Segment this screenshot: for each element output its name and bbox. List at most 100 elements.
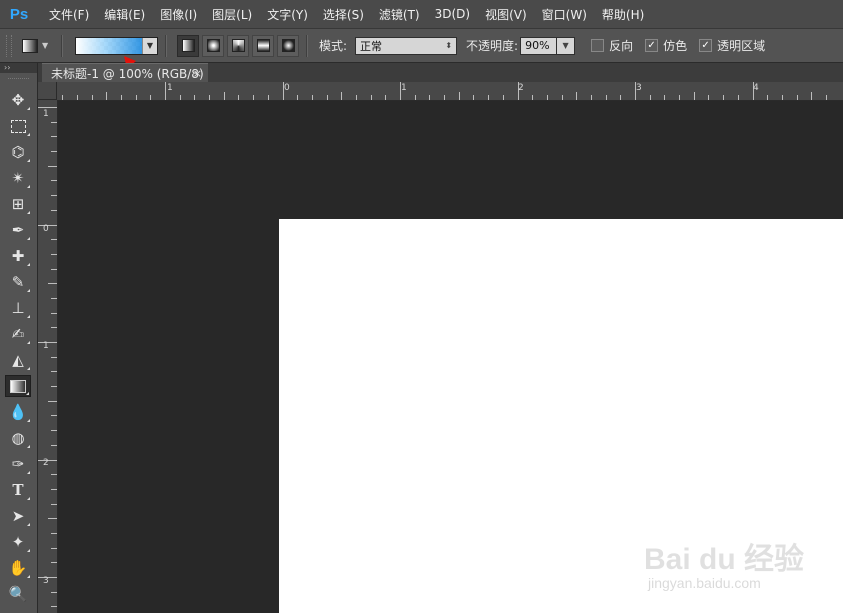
mode-select[interactable]: 正常 ⬍ (355, 36, 458, 55)
opacity-value: 90% (525, 39, 550, 52)
chevron-down-icon: ▼ (42, 41, 49, 50)
ruler-label: 1 (43, 341, 49, 351)
ruler-label: 3 (636, 83, 642, 93)
mode-label: 模式: (319, 39, 348, 53)
transparency-checkbox-box[interactable]: ✓ (699, 39, 713, 52)
opacity-input[interactable]: 90% (520, 36, 557, 55)
crop-icon: ⊞ (11, 195, 25, 213)
ruler-label: 1 (43, 109, 49, 119)
menu-3d[interactable]: 3D(D) (435, 7, 470, 21)
type-icon: T (12, 481, 24, 499)
marquee-tool[interactable] (5, 115, 31, 137)
eyedropper-tool[interactable]: ✒ (5, 219, 31, 241)
menu-type[interactable]: 文字(Y) (267, 6, 308, 23)
radial-gradient-button[interactable] (202, 34, 224, 57)
healing-brush-tool[interactable]: ✚ (5, 245, 31, 267)
menu-filter[interactable]: 滤镜(T) (379, 6, 420, 23)
history-brush-tool[interactable]: ✍ (5, 323, 31, 345)
toolbar-grip[interactable] (8, 73, 29, 79)
clone-stamp-tool[interactable]: ⊥ (5, 297, 31, 319)
baidu-jingyan-watermark: Bai du 经验 jingyan.baidu.com (644, 520, 843, 613)
menu-file[interactable]: 文件(F) (49, 6, 89, 23)
pen-icon: ✑ (11, 455, 25, 473)
brush-icon: ✎ (11, 273, 25, 291)
menu-select[interactable]: 选择(S) (323, 6, 364, 23)
radial-gradient-icon (206, 39, 220, 52)
diamond-gradient-icon (281, 39, 295, 52)
history-brush-icon: ✍ (11, 325, 25, 343)
transparency-checkbox[interactable]: ✓ 透明区域 (699, 37, 765, 54)
divider (165, 34, 167, 57)
ruler-label: 3 (43, 576, 49, 586)
blur-tool[interactable]: 💧 (5, 401, 31, 423)
custom-shape-tool[interactable]: ✦ (5, 531, 31, 553)
hand-tool[interactable]: ✋ (5, 557, 31, 579)
rectangular-marquee-icon (10, 119, 26, 133)
zoom-icon: 🔍 (8, 585, 28, 603)
options-grip[interactable] (6, 34, 12, 57)
reflected-gradient-button[interactable] (252, 34, 274, 57)
sponge-icon: ◍ (11, 429, 25, 447)
document-tab-title: 未标题-1 @ 100% (RGB/8) (51, 66, 204, 81)
reverse-checkbox-box[interactable] (591, 39, 605, 52)
photoshop-logo: Ps (9, 5, 29, 23)
ruler-label: 1 (167, 83, 173, 93)
gradient-tool-icon (22, 38, 38, 53)
zoom-tool[interactable]: 🔍 (5, 583, 31, 605)
angle-gradient-icon (231, 39, 245, 52)
menu-image[interactable]: 图像(I) (160, 6, 197, 23)
stamp-icon: ⊥ (11, 299, 25, 317)
ruler-label: 2 (518, 83, 524, 93)
horizontal-ruler[interactable]: 1 0 1 2 3 4 (57, 82, 843, 101)
eraser-tool[interactable]: ◭ (5, 349, 31, 371)
dither-checkbox-box[interactable]: ✓ (645, 39, 659, 52)
path-selection-tool[interactable]: ➤ (5, 505, 31, 527)
move-tool[interactable]: ✥ (5, 89, 31, 111)
document-tab-bar: 未标题-1 @ 100% (RGB/8) × (38, 63, 843, 82)
crop-tool[interactable]: ⊞ (5, 193, 31, 215)
vertical-ruler[interactable]: 1 0 1 2 3 (38, 100, 58, 613)
brush-tool[interactable]: ✎ (5, 271, 31, 293)
toolbar-collapse-button[interactable]: ›› (0, 63, 37, 73)
ruler-label: 0 (43, 224, 49, 234)
mode-value: 正常 (360, 39, 383, 53)
move-icon: ✥ (11, 91, 25, 109)
watermark-url: jingyan.baidu.com (648, 575, 761, 591)
diamond-gradient-button[interactable] (277, 34, 299, 57)
polygonal-lasso-icon: ⌬ (11, 143, 25, 161)
ruler-origin[interactable] (38, 82, 57, 100)
transparency-label: 透明区域 (717, 39, 766, 53)
dodge-tool[interactable]: ◍ (5, 427, 31, 449)
dither-checkbox[interactable]: ✓ 仿色 (645, 37, 687, 54)
menu-view[interactable]: 视图(V) (485, 6, 527, 23)
menu-window[interactable]: 窗口(W) (542, 6, 587, 23)
opacity-dropdown-button[interactable]: ▼ (556, 36, 576, 55)
menu-help[interactable]: 帮助(H) (602, 6, 644, 23)
eyedropper-icon: ✒ (11, 221, 25, 239)
type-tool[interactable]: T (5, 479, 31, 501)
menu-layer[interactable]: 图层(L) (212, 6, 252, 23)
reflected-gradient-icon (256, 39, 270, 52)
divider (306, 34, 308, 57)
horizontal-ruler-ticks (62, 82, 827, 100)
magic-wand-tool[interactable]: ✴ (5, 167, 31, 189)
menu-edit[interactable]: 编辑(E) (104, 6, 145, 23)
bandage-icon: ✚ (11, 247, 25, 265)
reverse-checkbox[interactable]: 反向 (591, 37, 633, 54)
chevron-down-icon: ▼ (562, 41, 569, 50)
gradient-tool[interactable] (5, 375, 31, 397)
linear-gradient-button[interactable] (177, 34, 199, 57)
updown-arrow-icon: ⬍ (445, 41, 453, 50)
pen-tool[interactable]: ✑ (5, 453, 31, 475)
magic-wand-icon: ✴ (11, 169, 25, 187)
angle-gradient-button[interactable] (227, 34, 249, 57)
lasso-tool[interactable]: ⌬ (5, 141, 31, 163)
ruler-label: 2 (43, 458, 49, 468)
gradient-icon (10, 379, 26, 393)
tool-preset-picker[interactable]: ▼ (22, 36, 54, 56)
ruler-label: 4 (753, 83, 759, 93)
ruler-label: 0 (284, 83, 290, 93)
opacity-label: 不透明度: (466, 39, 519, 53)
close-icon[interactable]: × (193, 67, 202, 80)
document-tab[interactable]: 未标题-1 @ 100% (RGB/8) × (42, 63, 208, 82)
